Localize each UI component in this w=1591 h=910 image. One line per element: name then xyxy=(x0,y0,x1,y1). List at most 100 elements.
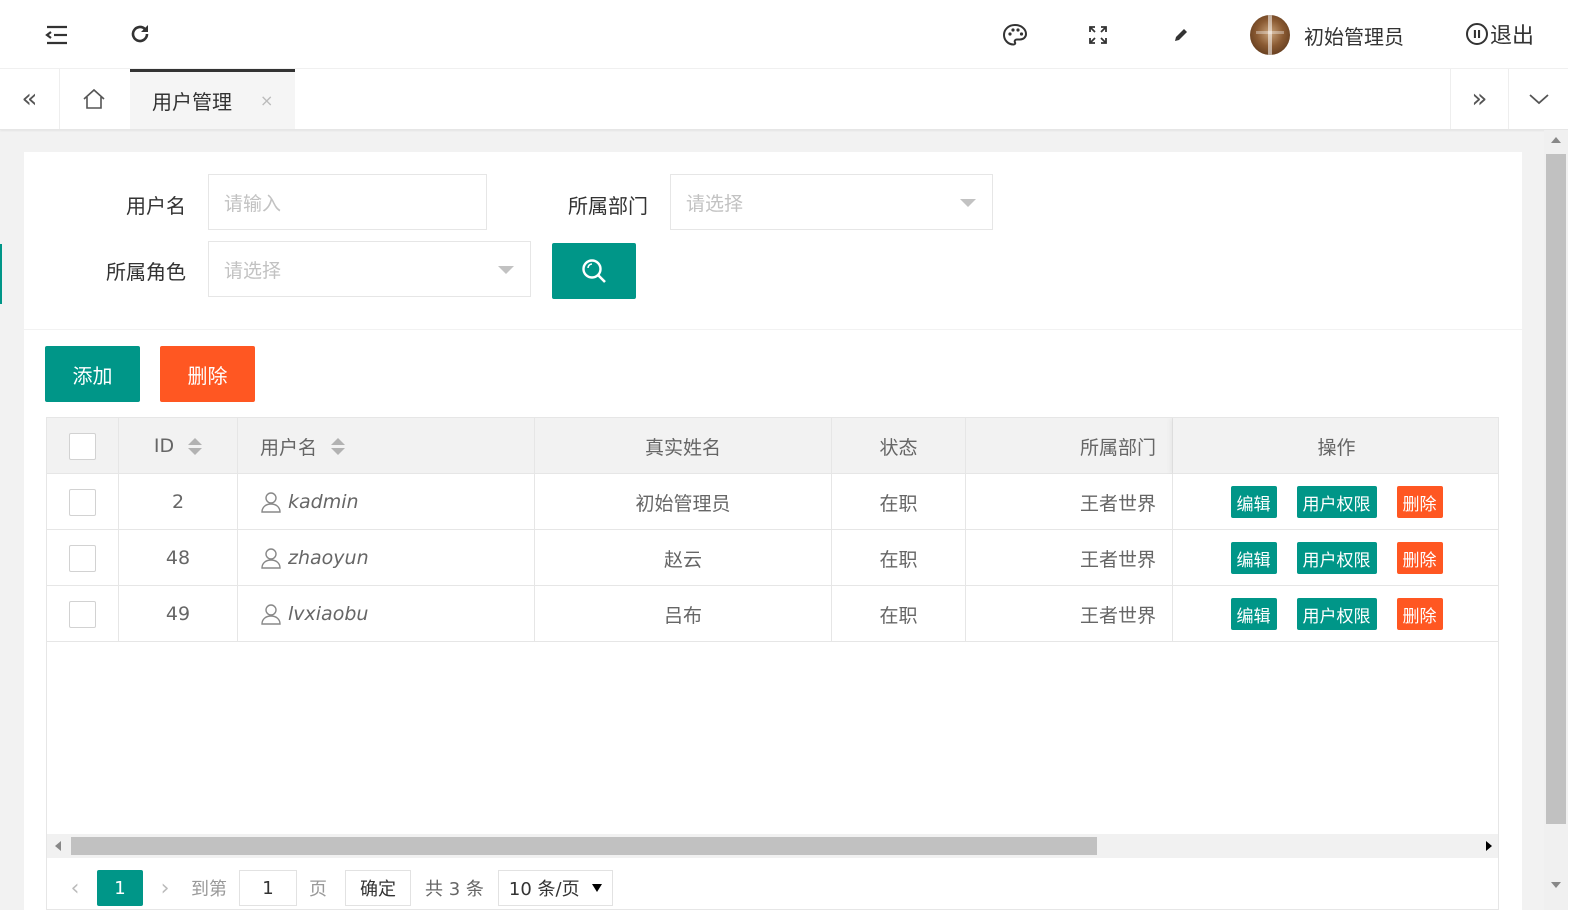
sort-icon[interactable] xyxy=(188,437,203,455)
scroll-down-arrow-icon[interactable] xyxy=(1551,882,1561,888)
window-edge xyxy=(1568,0,1591,910)
dept-select[interactable]: 请选择 xyxy=(670,174,993,230)
select-all-checkbox[interactable] xyxy=(69,432,96,460)
cell-username: zhaoyun xyxy=(238,530,535,586)
sort-icon[interactable] xyxy=(331,437,346,455)
tab-close-icon[interactable]: × xyxy=(260,91,273,110)
tab-user-management[interactable]: 用户管理 × xyxy=(130,69,295,129)
cell-dept: 王者世界 xyxy=(966,586,1173,642)
delete-button[interactable]: 删除 xyxy=(1396,598,1443,630)
scroll-right-arrow-icon[interactable] xyxy=(1486,841,1492,851)
refresh-icon[interactable] xyxy=(127,21,153,47)
chevron-down-icon xyxy=(960,199,976,207)
user-icon xyxy=(260,491,282,513)
th-username-label: 用户名 xyxy=(260,436,318,459)
header-username[interactable]: 初始管理员 xyxy=(1304,21,1404,50)
username-text: kadmin xyxy=(288,491,359,513)
logout-button[interactable]: II 退出 xyxy=(1466,18,1534,50)
sidebar-edge-accent xyxy=(0,244,2,304)
row-checkbox[interactable] xyxy=(69,488,96,516)
cell-realname: 赵云 xyxy=(535,530,832,586)
cell-status: 在职 xyxy=(832,586,966,642)
th-ops: 操作 xyxy=(1173,418,1498,474)
page-current[interactable]: 1 xyxy=(97,870,143,906)
top-header: 初始管理员 II 退出 xyxy=(0,0,1591,69)
table-horizontal-scrollbar[interactable] xyxy=(47,834,1498,858)
user-icon xyxy=(260,547,282,569)
dept-label: 所属部门 xyxy=(568,194,648,218)
theme-palette-icon[interactable] xyxy=(1001,22,1029,48)
tab-bar: « 用户管理 × » xyxy=(0,69,1591,130)
cell-realname: 初始管理员 xyxy=(535,474,832,530)
batch-delete-button[interactable]: 删除 xyxy=(160,346,255,402)
role-label: 所属角色 xyxy=(106,260,186,284)
row-checkbox[interactable] xyxy=(69,600,96,628)
page-size-value: 10 条/页 xyxy=(508,879,580,900)
search-button[interactable] xyxy=(552,243,636,299)
edit-button[interactable]: 编辑 xyxy=(1230,486,1277,518)
edit-pen-icon[interactable] xyxy=(1170,24,1192,46)
next-page-icon[interactable]: › xyxy=(151,876,179,901)
username-label: 用户名 xyxy=(126,194,186,218)
scroll-left-arrow-icon[interactable] xyxy=(55,841,61,851)
th-username[interactable]: 用户名 xyxy=(238,418,535,474)
fullscreen-icon[interactable] xyxy=(1086,23,1110,47)
delete-button[interactable]: 删除 xyxy=(1396,542,1443,574)
username-input[interactable]: 请输入 xyxy=(208,174,487,230)
table-row[interactable]: 48 zhaoyun 赵云 在职 王者世界 编辑 用户权限 删除 xyxy=(47,530,1498,586)
page-unit-label: 页 xyxy=(309,879,327,900)
scroll-up-arrow-icon[interactable] xyxy=(1551,137,1561,143)
cell-ops: 编辑 用户权限 删除 xyxy=(1173,474,1498,530)
cell-ops: 编辑 用户权限 删除 xyxy=(1173,586,1498,642)
permission-button[interactable]: 用户权限 xyxy=(1296,598,1377,630)
delete-button[interactable]: 删除 xyxy=(1396,486,1443,518)
th-id[interactable]: ID xyxy=(119,418,238,474)
scrollbar-thumb[interactable] xyxy=(1546,154,1566,824)
dept-placeholder: 请选择 xyxy=(686,192,744,215)
goto-label: 到第 xyxy=(191,879,227,900)
table-row[interactable]: 2 kadmin 初始管理员 在职 王者世界 编辑 用户权限 删除 xyxy=(47,474,1498,530)
th-status: 状态 xyxy=(832,418,966,474)
username-placeholder: 请输入 xyxy=(224,192,282,215)
row-checkbox[interactable] xyxy=(69,544,96,572)
tabs-scroll-left-icon[interactable]: « xyxy=(0,69,60,129)
th-dept: 所属部门 xyxy=(966,418,1173,474)
tabs-dropdown-icon[interactable] xyxy=(1508,69,1568,129)
avatar[interactable] xyxy=(1250,15,1290,55)
prev-page-icon[interactable]: ‹ xyxy=(61,876,89,901)
edit-button[interactable]: 编辑 xyxy=(1230,542,1277,574)
cell-id: 49 xyxy=(119,586,238,642)
cell-status: 在职 xyxy=(832,530,966,586)
form-divider xyxy=(24,329,1522,330)
goto-page-input[interactable]: 1 xyxy=(239,870,297,906)
permission-button[interactable]: 用户权限 xyxy=(1296,486,1377,518)
user-menu[interactable]: 初始管理员 xyxy=(1250,14,1404,56)
user-icon xyxy=(260,603,282,625)
cell-status: 在职 xyxy=(832,474,966,530)
menu-collapse-icon[interactable] xyxy=(44,22,70,48)
cell-id: 48 xyxy=(119,530,238,586)
tab-label: 用户管理 xyxy=(152,90,232,114)
add-button[interactable]: 添加 xyxy=(45,346,140,402)
cell-realname: 吕布 xyxy=(535,586,832,642)
username-text: zhaoyun xyxy=(288,547,369,569)
table-row[interactable]: 49 lvxiaobu 吕布 在职 王者世界 编辑 用户权限 删除 xyxy=(47,586,1498,642)
role-placeholder: 请选择 xyxy=(224,259,282,282)
edit-button[interactable]: 编辑 xyxy=(1230,598,1277,630)
permission-button[interactable]: 用户权限 xyxy=(1296,542,1377,574)
page-vertical-scrollbar[interactable] xyxy=(1544,130,1568,910)
logout-label: 退出 xyxy=(1490,24,1535,49)
cell-ops: 编辑 用户权限 删除 xyxy=(1173,530,1498,586)
table-header: ID 用户名 真实姓名 状态 所属部门 操作 xyxy=(47,418,1498,474)
cell-username: kadmin xyxy=(238,474,535,530)
caret-down-icon xyxy=(591,884,602,892)
cell-dept: 王者世界 xyxy=(966,530,1173,586)
page-size-select[interactable]: 10 条/页 xyxy=(497,870,613,906)
username-text: lvxiaobu xyxy=(288,603,369,625)
power-icon: II xyxy=(1466,23,1488,45)
role-select[interactable]: 请选择 xyxy=(208,241,531,297)
tabs-scroll-right-icon[interactable]: » xyxy=(1450,69,1508,129)
home-icon[interactable] xyxy=(60,69,128,129)
goto-confirm-button[interactable]: 确定 xyxy=(345,870,411,906)
scrollbar-thumb[interactable] xyxy=(71,837,1097,855)
